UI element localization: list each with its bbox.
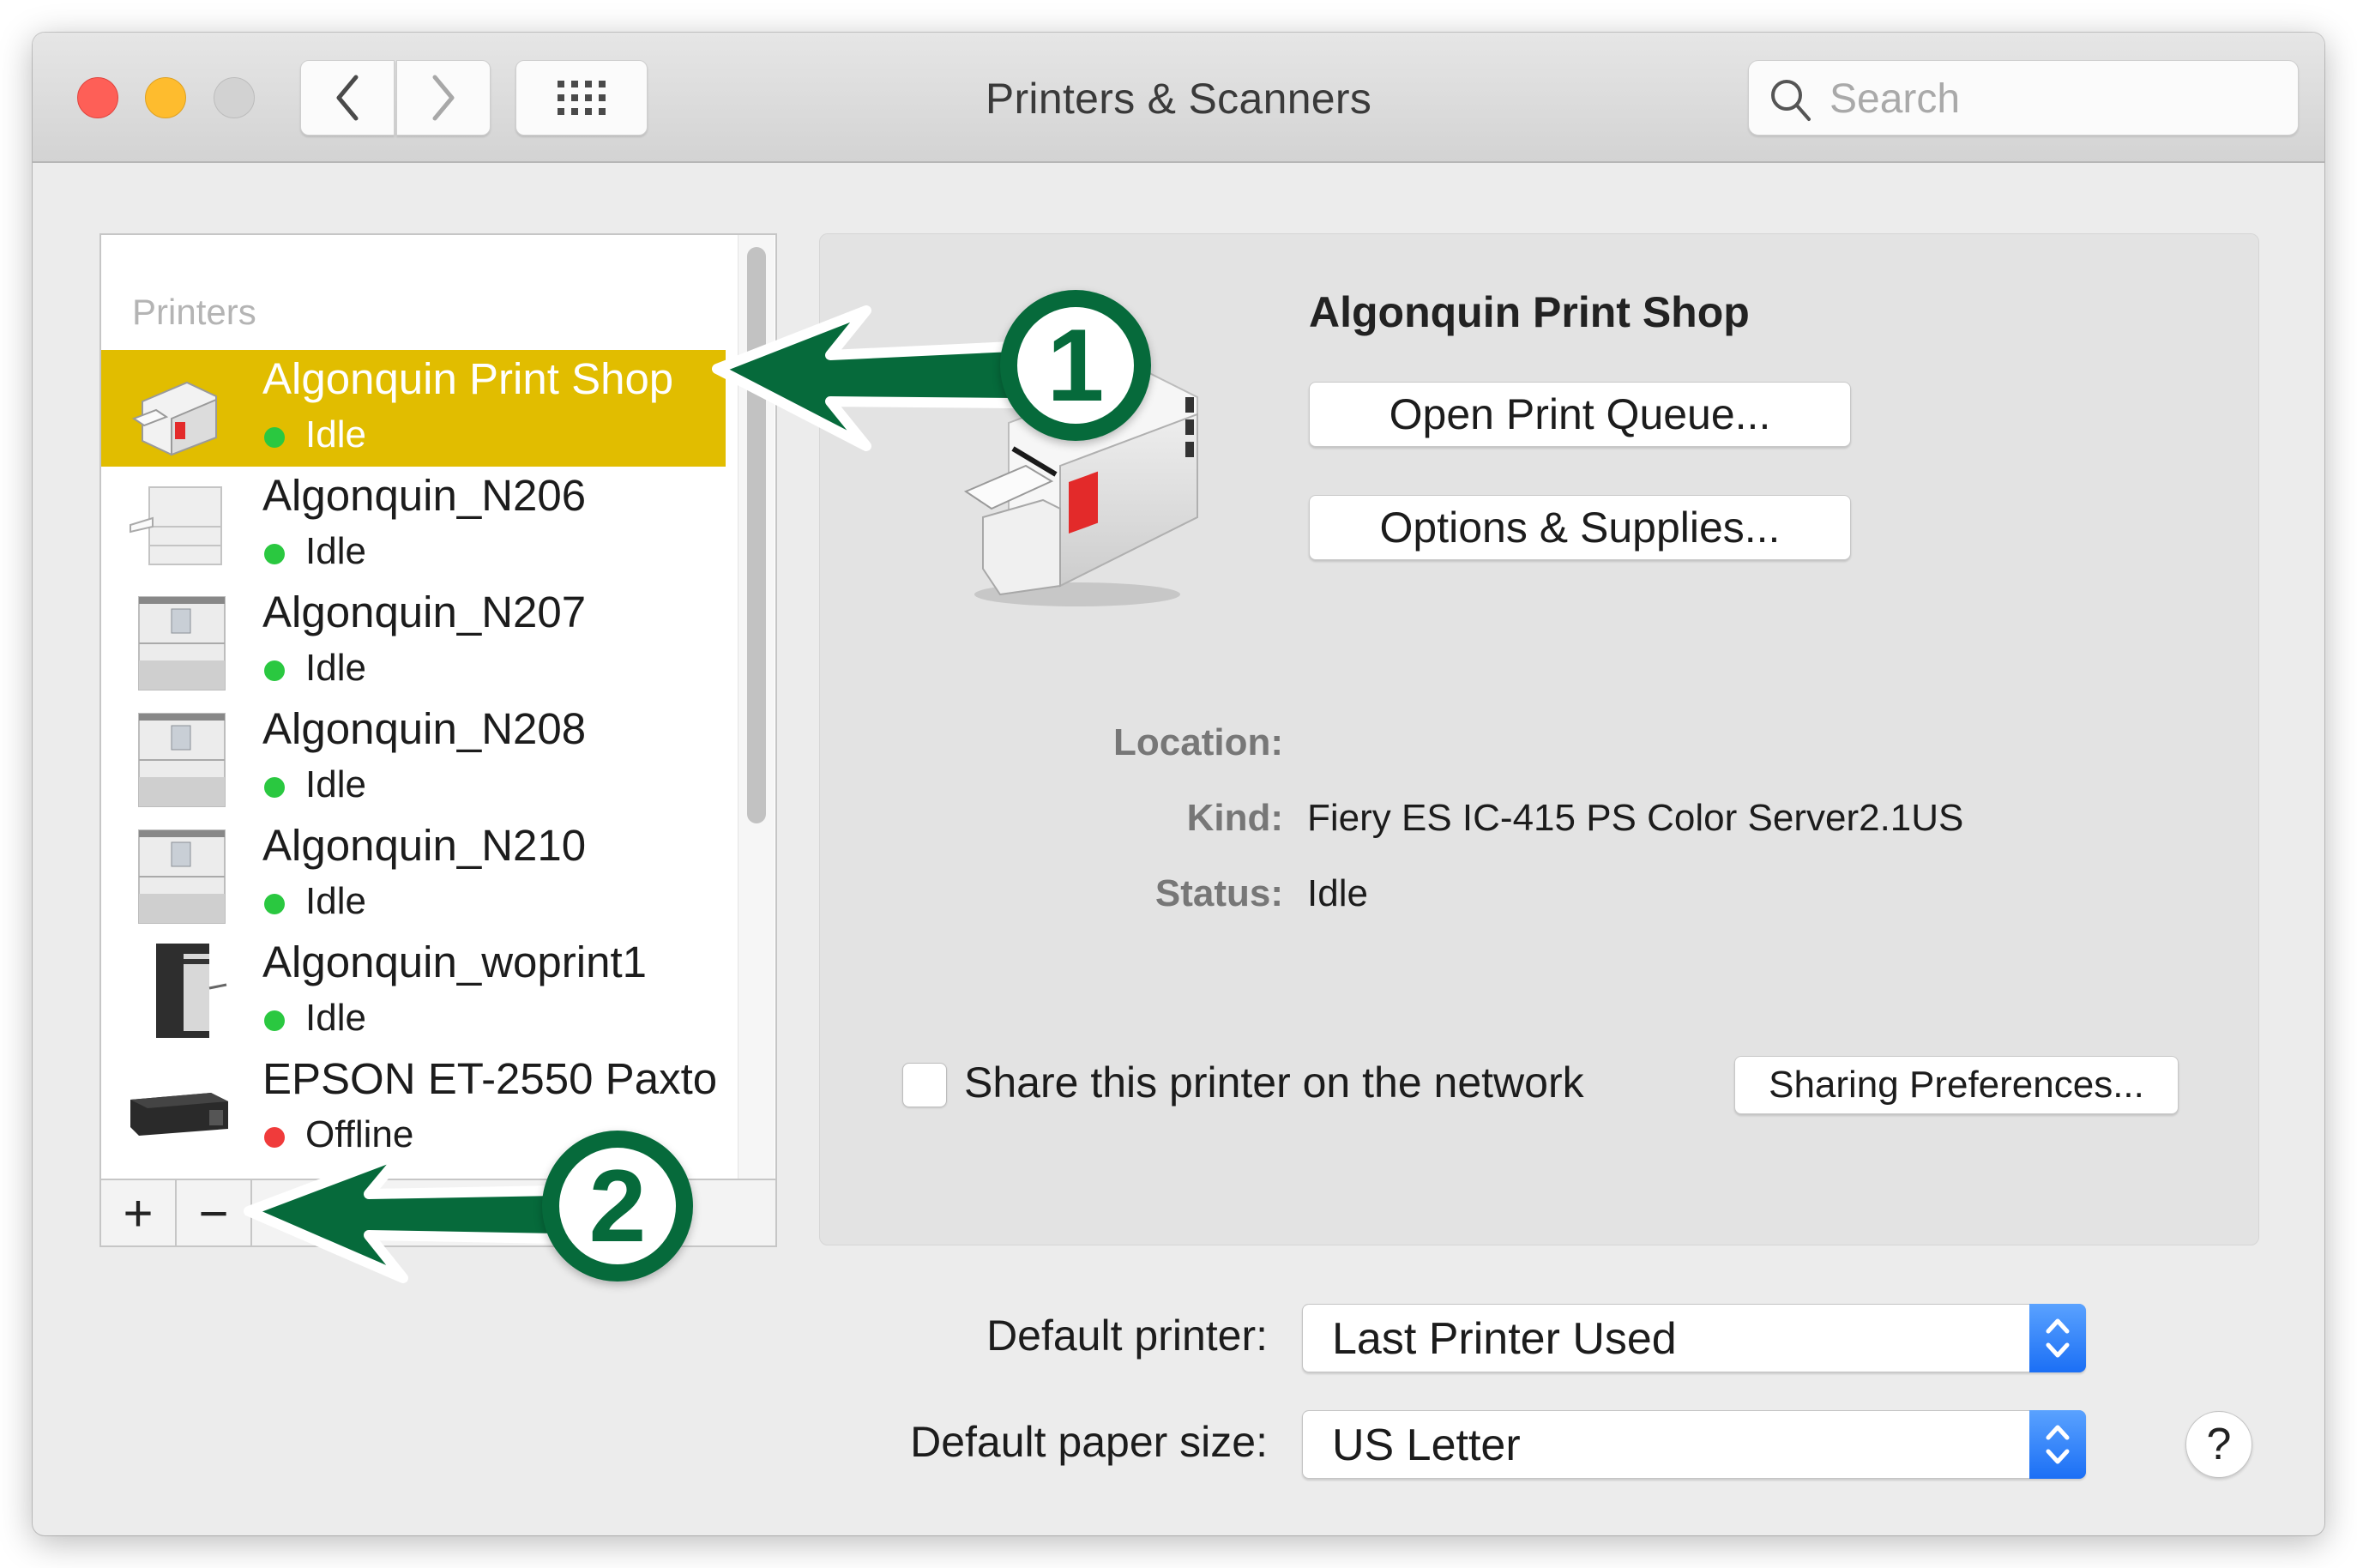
default-paper-size-value: US Letter <box>1332 1420 1521 1470</box>
production-printer-icon <box>131 381 217 456</box>
printer-name: Algonquin_N206 <box>262 471 587 520</box>
printer-status: Offline <box>305 1113 414 1155</box>
printer-name: Algonquin_N207 <box>262 588 587 636</box>
printer-status: Idle <box>305 763 366 805</box>
laser-printer-icon <box>138 829 226 924</box>
printer-row[interactable]: Algonquin_N207 Idle <box>101 583 726 700</box>
status-dot-idle <box>264 777 285 798</box>
printer-name: Algonquin_N210 <box>262 821 587 870</box>
laser-printer-icon <box>130 486 222 565</box>
printer-detail-panel: Algonquin Print Shop Open Print Queue...… <box>819 233 2259 1245</box>
scrollbar-thumb[interactable] <box>747 247 766 823</box>
default-printer-label: Default printer: <box>986 1312 1268 1360</box>
printer-name: Algonquin Print Shop <box>262 354 674 403</box>
copier-printer-icon <box>156 944 227 1038</box>
printers-header: Printers <box>132 292 256 332</box>
printer-row[interactable]: Algonquin_N208 Idle <box>101 700 726 817</box>
printer-list-scrollbar[interactable] <box>738 235 775 1209</box>
printer-list-scroll: Printers Algonquin Print Shop Idle Algon… <box>101 235 726 1209</box>
status-dot-idle <box>264 427 285 448</box>
laser-printer-icon <box>138 713 226 807</box>
printer-list-footer: + − <box>101 1179 775 1245</box>
default-printer-value: Last Printer Used <box>1332 1314 1677 1364</box>
popup-stepper[interactable] <box>2029 1304 2086 1372</box>
production-printer-icon <box>963 370 1198 606</box>
search-input[interactable] <box>1828 61 2277 136</box>
selected-printer-name: Algonquin Print Shop <box>1309 288 1750 336</box>
kind-value: Fiery ES IC-415 PS Color Server2.1US <box>1307 797 1964 839</box>
sharing-preferences-button[interactable]: Sharing Preferences... <box>1734 1056 2179 1114</box>
titlebar: Printers & Scanners <box>33 33 2324 163</box>
share-printer-label[interactable]: Share this printer on the network <box>964 1058 1584 1107</box>
default-paper-size-label: Default paper size: <box>910 1418 1268 1466</box>
printer-row[interactable]: Algonquin_woprint1 Idle <box>101 933 726 1050</box>
status-value: Idle <box>1307 872 1368 914</box>
share-printer-checkbox[interactable] <box>902 1063 947 1107</box>
status-dot-idle <box>264 544 285 564</box>
status-dot-idle <box>264 660 285 681</box>
printers-scanners-window: Printers & Scanners Printers Algonquin P… <box>33 33 2324 1535</box>
printer-row[interactable]: Algonquin_N210 Idle <box>101 817 726 933</box>
search-field[interactable] <box>1748 60 2299 136</box>
status-dot-idle <box>264 894 285 914</box>
location-label: Location: <box>1113 721 1283 763</box>
printer-name: Algonquin_woprint1 <box>262 938 647 986</box>
default-printer-popup[interactable]: Last Printer Used <box>1302 1304 2086 1372</box>
status-dot-idle <box>264 1010 285 1031</box>
open-print-queue-button[interactable]: Open Print Queue... <box>1309 382 1851 447</box>
status-dot-offline <box>264 1127 285 1148</box>
help-button[interactable]: ? <box>2185 1411 2252 1478</box>
printer-status: Idle <box>305 997 366 1039</box>
printer-status: Idle <box>305 413 366 455</box>
printer-name: Algonquin_N208 <box>262 704 587 753</box>
up-down-chevron-icon <box>2046 1425 2070 1464</box>
printer-name: EPSON ET-2550 Paxto <box>262 1054 718 1103</box>
status-label: Status: <box>1154 872 1283 914</box>
printer-list: Printers Algonquin Print Shop Idle Algon… <box>99 233 777 1247</box>
search-icon <box>1771 80 1811 121</box>
printer-status: Idle <box>305 647 366 689</box>
kind-label: Kind: <box>1186 797 1283 839</box>
add-printer-button[interactable]: + <box>101 1180 177 1245</box>
inkjet-printer-icon <box>130 1093 228 1136</box>
remove-printer-button[interactable]: − <box>177 1180 252 1245</box>
laser-printer-icon <box>138 596 226 691</box>
printer-status: Idle <box>305 880 366 922</box>
printer-row[interactable]: Algonquin_N206 Idle <box>101 467 726 583</box>
printer-row[interactable]: EPSON ET-2550 Paxto Offline <box>101 1050 726 1167</box>
printer-status: Idle <box>305 530 366 572</box>
popup-stepper[interactable] <box>2029 1410 2086 1479</box>
options-supplies-button[interactable]: Options & Supplies... <box>1309 495 1851 560</box>
printer-row[interactable]: Algonquin Print Shop Idle <box>101 350 726 467</box>
default-paper-size-popup[interactable]: US Letter <box>1302 1410 2086 1479</box>
up-down-chevron-icon <box>2046 1318 2070 1358</box>
